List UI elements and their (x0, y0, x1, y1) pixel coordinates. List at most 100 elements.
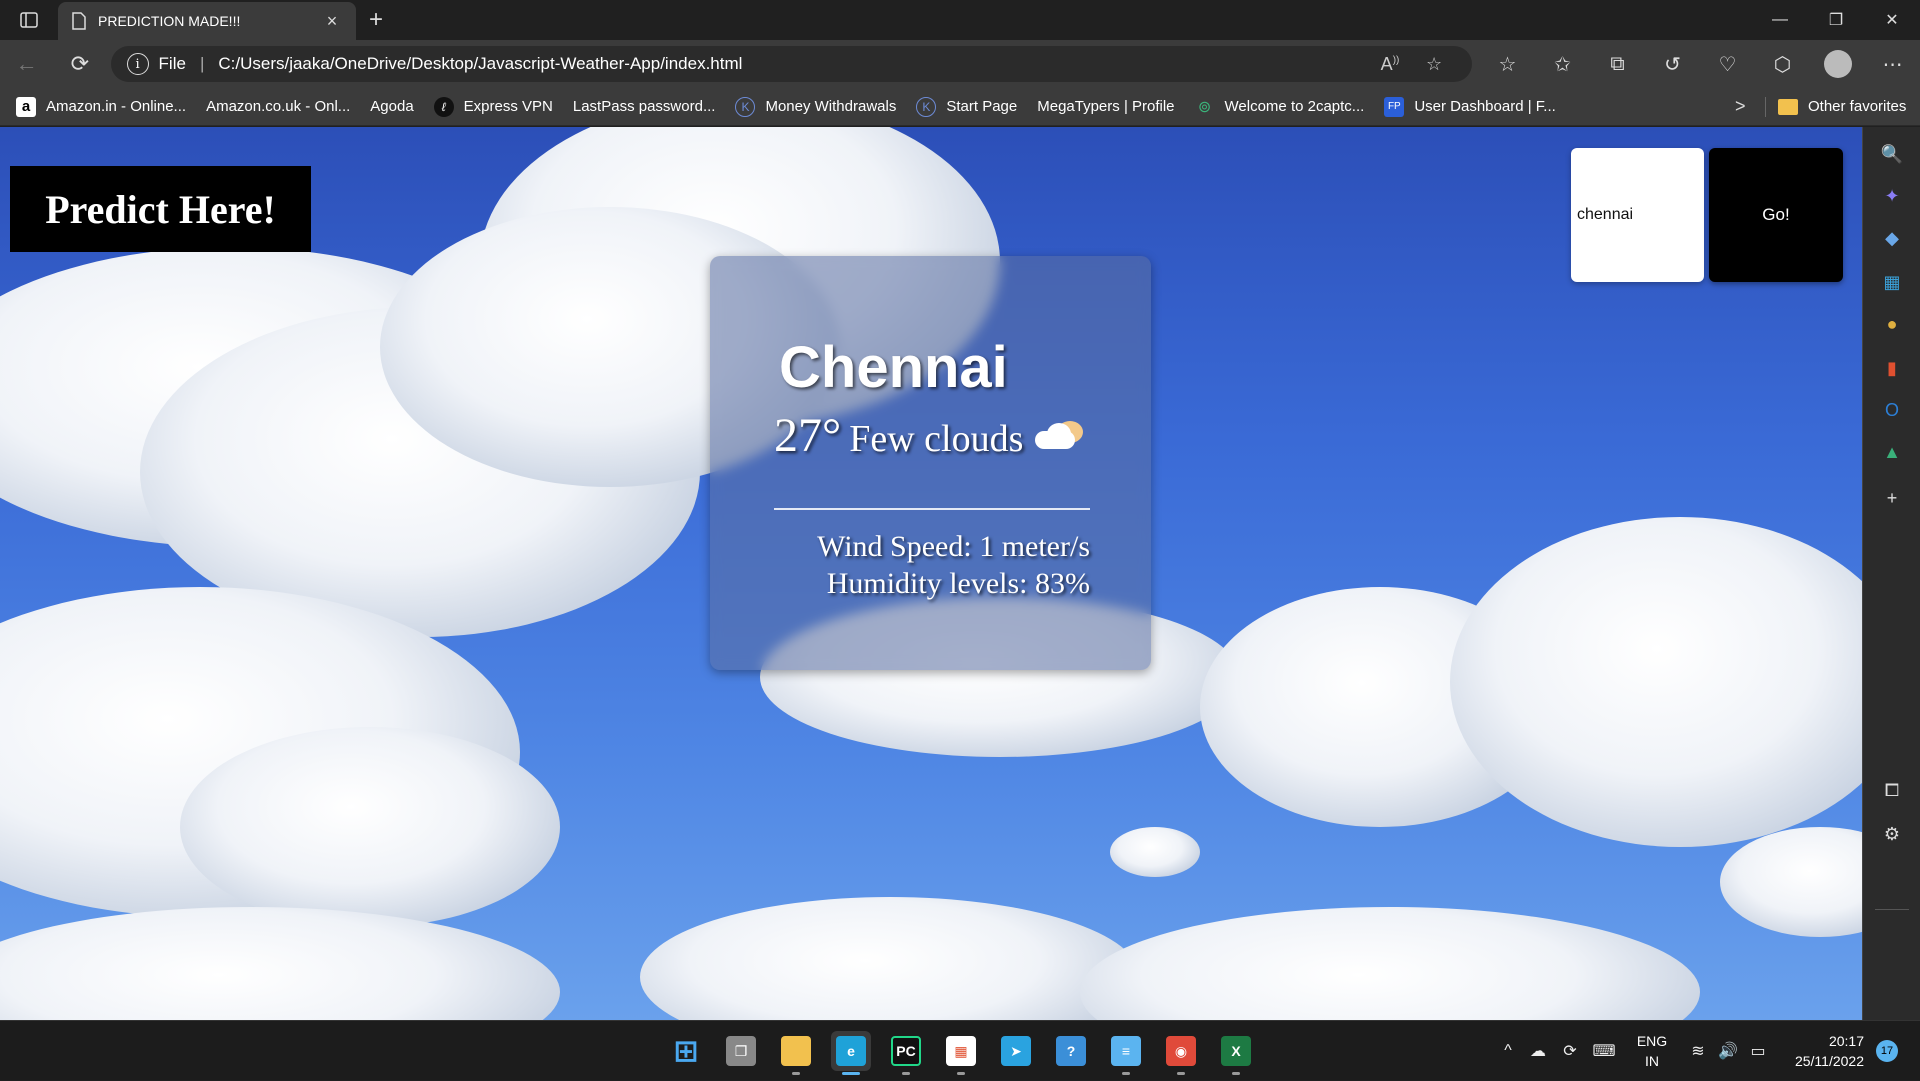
wind-speed: Wind Speed: 1 meter/s (817, 530, 1090, 563)
outlook-icon[interactable]: O (1879, 397, 1905, 423)
games-icon[interactable]: ● (1879, 311, 1905, 337)
telegram-icon[interactable]: ➤ (996, 1031, 1036, 1071)
favorite-label: Start Page (946, 98, 1018, 115)
refresh-icon[interactable]: ⟳ (53, 40, 106, 88)
favorites-more-chevron-icon[interactable]: > (1735, 96, 1746, 117)
close-tab-icon[interactable]: × (322, 11, 342, 31)
wifi-icon[interactable]: ≋ (1684, 1021, 1712, 1081)
read-aloud-icon[interactable]: A)) (1368, 54, 1412, 75)
task-view-icon-glyph: ❐ (726, 1036, 756, 1066)
running-indicator (792, 1072, 800, 1075)
collections-icon[interactable]: ⧉ (1590, 40, 1645, 88)
browser-essentials-icon[interactable]: ♡ (1700, 40, 1755, 88)
file-explorer-icon[interactable] (776, 1031, 816, 1071)
notification-badge[interactable]: 17 (1876, 1040, 1898, 1062)
weather-card: Chennai 27° Few clouds Wind Speed: 1 met… (710, 256, 1151, 670)
favorite-item[interactable]: ⊚ Welcome to 2captc... (1195, 97, 1365, 117)
sidebar-divider (1875, 909, 1909, 910)
favorites-icon[interactable]: ✩ (1535, 40, 1590, 88)
minimize-icon[interactable]: — (1752, 0, 1808, 40)
site-info-icon[interactable]: i (126, 53, 149, 75)
file-explorer-icon-glyph (781, 1036, 811, 1066)
running-indicator (842, 1072, 860, 1075)
favorite-item[interactable]: MegaTypers | Profile (0, 98, 1175, 233)
other-favorites[interactable]: Other favorites (1778, 98, 1906, 115)
profile-avatar-icon[interactable] (1810, 40, 1865, 88)
copilot-icon[interactable]: ✦ (1879, 183, 1905, 209)
running-indicator (957, 1072, 965, 1075)
toolbar-icons: ☆ ✩ ⧉ ↺ ♡ ⬡ ⋯ (1480, 40, 1920, 88)
favorite-item[interactable]: a Amazon.in - Online... (16, 96, 186, 117)
add-favorite-icon[interactable]: ☆ (1412, 54, 1456, 75)
keyboard-icon[interactable]: ⌨ (1590, 1021, 1618, 1081)
chrome-icon[interactable]: ◉ (1161, 1031, 1201, 1071)
running-indicator (902, 1072, 910, 1075)
microsoft-store-icon[interactable]: ▦ (941, 1031, 981, 1071)
start-button-glyph: ⊞ (673, 1034, 699, 1068)
favorite-item[interactable]: K Money Withdrawals (735, 96, 897, 117)
favorite-item[interactable]: Agoda (0, 98, 414, 233)
volume-icon[interactable]: 🔊 (1714, 1021, 1742, 1081)
predict-here-button[interactable]: Predict Here! (10, 166, 311, 252)
start-button[interactable]: ⊞ (666, 1031, 706, 1071)
sync-icon[interactable]: ⟳ (1556, 1021, 1584, 1081)
edge-icon[interactable]: e (831, 1031, 871, 1071)
favorites-star-add-icon[interactable]: ☆ (1480, 40, 1535, 88)
tab-actions-icon[interactable] (0, 0, 58, 40)
go-button[interactable]: Go! (1709, 148, 1843, 282)
weather-details: Wind Speed: 1 meter/s Humidity levels: 8… (710, 528, 1090, 602)
temperature: 27° (774, 409, 842, 462)
weather-app-page: Predict Here! Go! Chennai 27° Few clouds… (0, 127, 1862, 1020)
shopping-tag-icon[interactable]: ◆ (1879, 225, 1905, 251)
clock[interactable]: 20:17 25/11/2022 (1780, 1031, 1864, 1071)
browser-titlebar: PREDICTION MADE!!! × + — ❐ ✕ (0, 0, 1920, 40)
favorite-item[interactable]: Amazon.co.uk - Onl... (0, 98, 351, 233)
show-hidden-icons-chevron[interactable]: ^ (1496, 1021, 1520, 1081)
new-tab-button[interactable]: + (356, 0, 396, 40)
weather-summary: 27° Few clouds (774, 408, 1085, 463)
favorite-item[interactable]: FP User Dashboard | F... (1384, 96, 1556, 117)
favorite-label: Amazon.co.uk - Onl... (206, 98, 351, 115)
excel-icon[interactable]: X (1216, 1031, 1256, 1071)
pycharm-icon[interactable]: PC (886, 1031, 926, 1071)
favorites-list: a Amazon.in - Online... Amazon.co.uk - Onl… (0, 96, 1576, 233)
language-code: ENG (1636, 1033, 1668, 1049)
search-icon[interactable]: 🔍 (1879, 141, 1905, 167)
pycharm-icon-glyph: PC (891, 1036, 921, 1066)
dashboard-icon: FP (1384, 96, 1405, 117)
split-screen-icon[interactable]: ⧠ (1879, 777, 1905, 803)
browser-icon[interactable]: ? (1051, 1031, 1091, 1071)
more-menu-icon[interactable]: ⋯ (1865, 40, 1920, 88)
favorite-item[interactable]: ℓ Express VPN (433, 96, 553, 117)
notepad-icon-glyph: ≡ (1111, 1036, 1141, 1066)
close-window-icon[interactable]: ✕ (1864, 0, 1920, 40)
tree-icon[interactable]: ▲ (1879, 439, 1905, 465)
url-text[interactable]: C:/Users/jaaka/OneDrive/Desktop/Javascri… (218, 54, 1368, 74)
extensions-icon[interactable]: ⬡ (1755, 40, 1810, 88)
city-name: Chennai (779, 335, 1008, 400)
browser-icon-glyph: ? (1056, 1036, 1086, 1066)
city-search-input[interactable] (1571, 148, 1704, 282)
history-icon[interactable]: ↺ (1645, 40, 1700, 88)
add-icon[interactable]: + (1879, 485, 1905, 511)
onedrive-icon[interactable]: ☁ (1524, 1021, 1552, 1081)
office-icon[interactable]: ▮ (1879, 355, 1905, 381)
battery-icon[interactable]: ▭ (1744, 1021, 1772, 1081)
tools-icon[interactable]: ▦ (1879, 269, 1905, 295)
time: 20:17 (1828, 1033, 1864, 1049)
favorite-label: Money Withdrawals (765, 98, 897, 115)
address-bar[interactable]: i File | C:/Users/jaaka/OneDrive/Desktop… (110, 46, 1473, 82)
back-arrow-icon[interactable]: ← (0, 40, 53, 88)
notepad-icon[interactable]: ≡ (1106, 1031, 1146, 1071)
task-view-icon[interactable]: ❐ (721, 1031, 761, 1071)
k-icon: K (916, 96, 937, 117)
edge-sidebar: 🔍 ✦ ◆ ▦ ● ▮ O ▲ + ⧠ ⚙ (1862, 127, 1920, 1020)
language-indicator[interactable]: ENG IN (1630, 1031, 1674, 1071)
favorite-item[interactable]: K Start Page (916, 96, 1018, 117)
settings-icon[interactable]: ⚙ (1879, 821, 1905, 847)
captcha-icon: ⊚ (1197, 98, 1212, 116)
navigation-bar: ← ⟳ i File | C:/Users/jaaka/OneDrive/Des… (0, 40, 1920, 88)
active-tab[interactable]: PREDICTION MADE!!! × (58, 2, 356, 40)
favorite-item[interactable]: LastPass password... (0, 98, 715, 233)
restore-icon[interactable]: ❐ (1808, 0, 1864, 40)
